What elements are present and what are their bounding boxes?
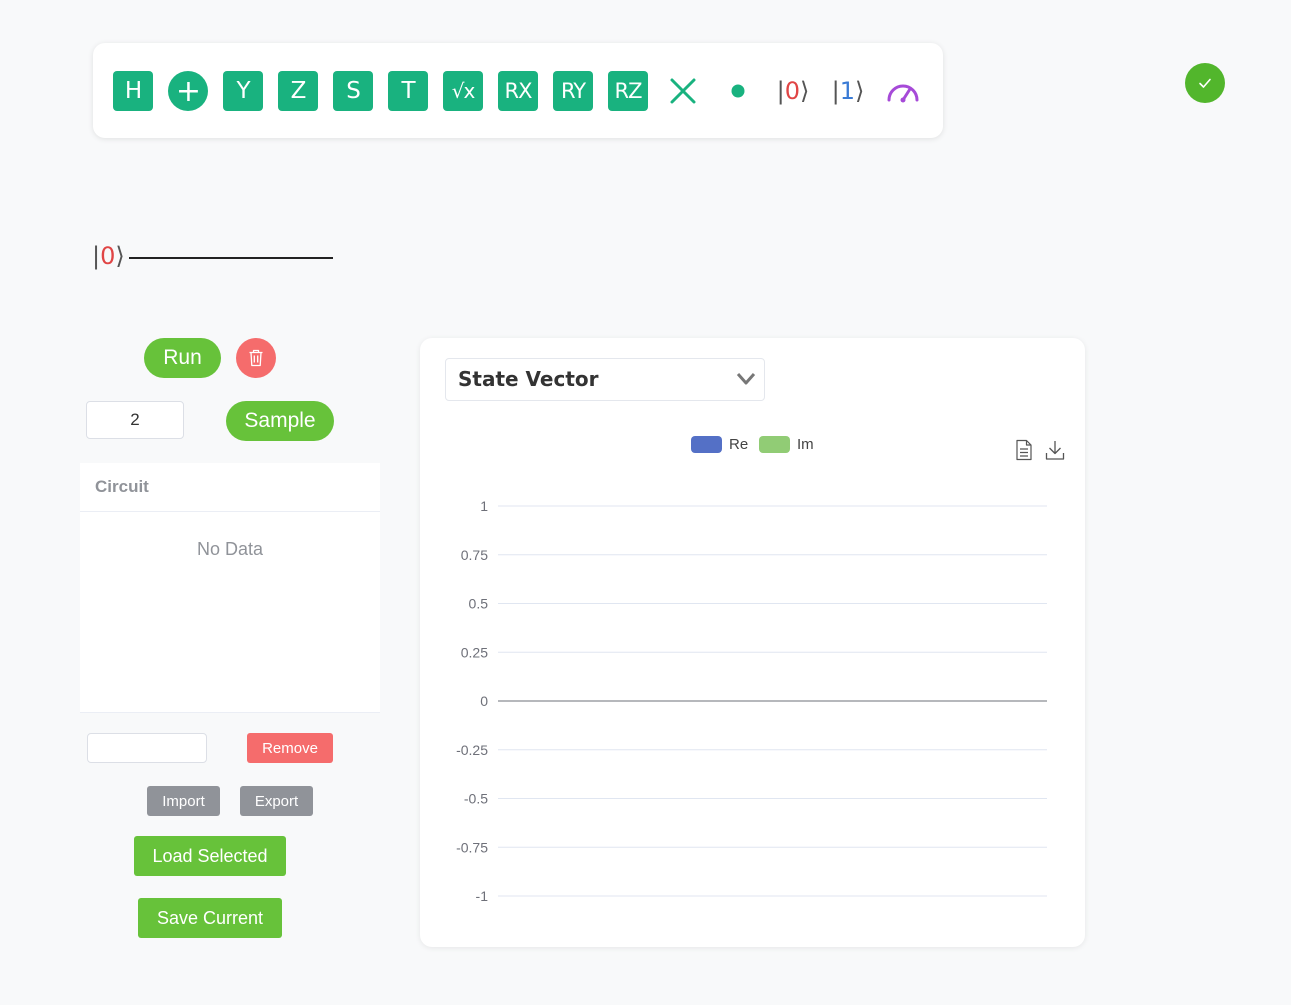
legend-swatch-im — [759, 436, 790, 453]
ket-zero-open: | — [776, 77, 785, 105]
measure-gauge-icon[interactable] — [883, 71, 923, 111]
legend-item-re[interactable]: Re — [691, 436, 748, 453]
y-tick-label: -0.5 — [464, 791, 488, 807]
y-tick-label: 0.75 — [461, 547, 488, 563]
qubit-ket-value: 0 — [100, 242, 116, 270]
qubit-ket-open: | — [92, 242, 101, 270]
y-tick-label: 0 — [480, 693, 488, 709]
rx-gate[interactable]: RX — [498, 71, 538, 111]
ket-zero-icon[interactable]: | 0 ⟩ — [773, 71, 813, 111]
ket-zero-value: 0 — [784, 77, 800, 105]
control-dot-icon[interactable] — [718, 71, 758, 111]
shots-input[interactable] — [86, 401, 184, 439]
rz-gate[interactable]: RZ — [608, 71, 648, 111]
sqrt-x-gate[interactable]: √x — [443, 71, 483, 111]
ket-one-value: 1 — [839, 77, 855, 105]
y-tick-label: -0.75 — [456, 839, 488, 855]
export-button[interactable]: Export — [240, 786, 313, 816]
check-icon — [1199, 78, 1211, 88]
import-button[interactable]: Import — [147, 786, 220, 816]
view-select-value: State Vector — [458, 367, 599, 391]
download-icon[interactable] — [1045, 439, 1065, 466]
circuit-name-input[interactable] — [87, 733, 207, 763]
data-view-icon[interactable] — [1015, 439, 1033, 466]
run-button[interactable]: Run — [144, 338, 221, 378]
legend-swatch-re — [691, 436, 722, 453]
clear-circuit-button[interactable] — [236, 338, 276, 378]
ket-zero-close: ⟩ — [800, 77, 810, 105]
chevron-down-icon — [736, 373, 756, 385]
table-divider — [80, 712, 380, 713]
legend-label-im: Im — [797, 436, 814, 453]
trash-icon — [249, 349, 263, 367]
circuit-table: Circuit No Data — [80, 463, 380, 713]
circuit-table-header: Circuit — [80, 463, 380, 512]
y-tick-label: 0.5 — [469, 596, 489, 612]
state-vector-chart: 1 0.75 0.5 0.25 0 -0.25 -0.5 -0.75 -1 — [456, 498, 1047, 904]
qubit-wire[interactable] — [129, 257, 333, 259]
gate-toolbar: H + Y Z S T √x RX RY RZ | 0 ⟩ | 1 ⟩ — [93, 43, 943, 138]
y-tick-label: -0.25 — [456, 742, 488, 758]
y-tick-label: 0.25 — [461, 644, 488, 660]
ket-one-close: ⟩ — [855, 77, 865, 105]
qubit-ket-close: ⟩ — [115, 242, 125, 270]
empty-state-text: No Data — [196, 539, 264, 559]
status-success-indicator — [1185, 63, 1225, 103]
pauli-y-gate[interactable]: Y — [223, 71, 263, 111]
ket-one-open: | — [831, 77, 840, 105]
ry-gate[interactable]: RY — [553, 71, 593, 111]
legend-item-im[interactable]: Im — [759, 436, 814, 453]
ket-one-icon[interactable]: | 1 ⟩ — [828, 71, 868, 111]
cnot-target-gate[interactable]: + — [168, 71, 208, 111]
legend-label-re: Re — [729, 436, 749, 453]
y-tick-label: 1 — [480, 498, 488, 514]
t-gate[interactable]: T — [388, 71, 428, 111]
swap-x-icon[interactable] — [663, 71, 703, 111]
s-gate[interactable]: S — [333, 71, 373, 111]
load-selected-button[interactable]: Load Selected — [134, 836, 286, 876]
hadamard-gate[interactable]: H — [113, 71, 153, 111]
view-select[interactable]: State Vector — [445, 358, 765, 401]
qubit-initial-state: |0⟩ — [92, 242, 125, 270]
sample-button[interactable]: Sample — [226, 401, 334, 441]
save-current-button[interactable]: Save Current — [138, 898, 282, 938]
remove-button[interactable]: Remove — [247, 733, 333, 763]
y-tick-label: -1 — [476, 888, 489, 904]
pauli-z-gate[interactable]: Z — [278, 71, 318, 111]
